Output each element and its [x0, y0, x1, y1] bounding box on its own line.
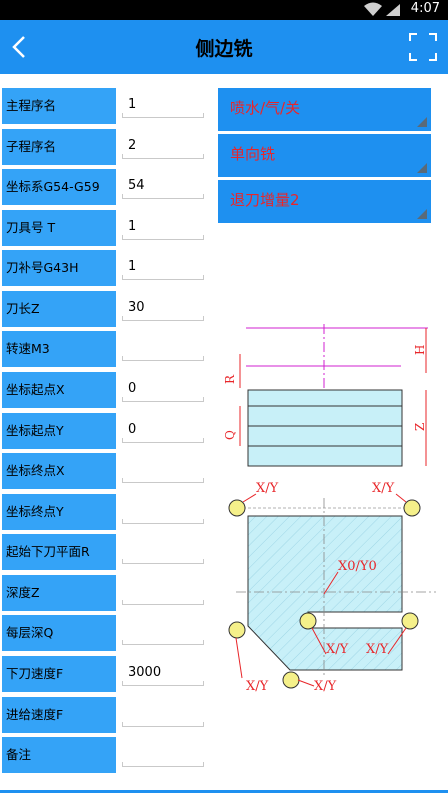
milling-direction-select-value: 单向铣 — [230, 145, 276, 163]
field-label: 起始下刀平面R — [2, 534, 116, 570]
field-input[interactable] — [122, 701, 204, 727]
tool-point-hole — [282, 671, 300, 689]
field-input[interactable]: 30 — [122, 295, 204, 321]
status-time: 4:07 — [410, 1, 440, 16]
side-milling-diagram: H R Q Z X/Y X/Y X0/Y0 X/Y X/Y X/Y X/Y — [223, 324, 436, 694]
field-input[interactable] — [122, 579, 204, 605]
field-label: 坐标终点Y — [2, 494, 116, 530]
field-label: 下刀速度F — [2, 656, 116, 692]
x0y0-label: X0/Y0 — [338, 559, 377, 574]
tool-point-hole — [228, 621, 246, 639]
field-input[interactable]: 1 — [122, 214, 204, 240]
signal-icon — [386, 4, 400, 16]
retract-select[interactable]: 退刀增量2 — [218, 180, 431, 223]
dropdown-indicator-icon — [417, 209, 427, 219]
field-label: 备注 — [2, 737, 116, 773]
tool-point-hole — [401, 612, 419, 630]
r-label: R — [223, 374, 237, 384]
field-label: 主程序名 — [2, 88, 116, 124]
field-input[interactable]: 3000 — [122, 660, 204, 686]
field-input[interactable]: 0 — [122, 417, 204, 443]
field-label: 深度Z — [2, 575, 116, 611]
field-input[interactable] — [122, 741, 204, 767]
field-label: 坐标终点X — [2, 453, 116, 489]
wifi-icon — [364, 2, 382, 16]
field-label: 刀具号 T — [2, 210, 116, 246]
page-title: 侧边铣 — [195, 38, 253, 60]
q-label: Q — [223, 430, 237, 440]
status-bar: 4:07 — [0, 0, 448, 20]
tool-point-hole — [228, 499, 246, 517]
field-input[interactable] — [122, 538, 204, 564]
field-label: 坐标起点X — [2, 372, 116, 408]
retract-select-value: 退刀增量2 — [230, 191, 300, 209]
field-label: 刀长Z — [2, 291, 116, 327]
field-row: 刀补号G43H 1 — [0, 250, 448, 286]
fullscreen-icon[interactable] — [408, 32, 438, 62]
field-input[interactable] — [122, 619, 204, 645]
field-input[interactable] — [122, 335, 204, 361]
xy-label: X/Y — [372, 481, 395, 496]
xy-label: X/Y — [326, 642, 349, 657]
field-label: 坐标系G54-G59 — [2, 169, 116, 205]
field-label: 刀补号G43H — [2, 250, 116, 286]
field-label: 每层深Q — [2, 615, 116, 651]
xy-label: X/Y — [314, 679, 337, 694]
field-row: 备注 — [0, 737, 448, 773]
coolant-select[interactable]: 喷水/气/关 — [218, 88, 431, 131]
field-input[interactable]: 0 — [122, 376, 204, 402]
xy-label: X/Y — [246, 679, 269, 694]
field-input[interactable]: 1 — [122, 254, 204, 280]
field-input[interactable] — [122, 457, 204, 483]
app-bar: 侧边铣 — [0, 20, 448, 74]
coolant-select-value: 喷水/气/关 — [230, 99, 301, 117]
field-input[interactable]: 1 — [122, 92, 204, 118]
xy-label: X/Y — [256, 481, 279, 496]
stock-side-view — [247, 389, 403, 467]
field-row: 进给速度F — [0, 697, 448, 733]
dropdown-indicator-icon — [417, 117, 427, 127]
field-label: 进给速度F — [2, 697, 116, 733]
field-label: 坐标起点Y — [2, 413, 116, 449]
field-input[interactable]: 2 — [122, 133, 204, 159]
field-input[interactable]: 54 — [122, 173, 204, 199]
xy-label: X/Y — [366, 642, 389, 657]
field-input[interactable] — [122, 498, 204, 524]
z-label: Z — [413, 423, 427, 431]
tool-point-hole — [403, 499, 421, 517]
h-label: H — [413, 345, 427, 355]
field-label: 转速M3 — [2, 331, 116, 367]
milling-direction-select[interactable]: 单向铣 — [218, 134, 431, 177]
field-label: 子程序名 — [2, 129, 116, 165]
dropdown-indicator-icon — [417, 163, 427, 173]
tool-point-hole — [299, 612, 317, 630]
